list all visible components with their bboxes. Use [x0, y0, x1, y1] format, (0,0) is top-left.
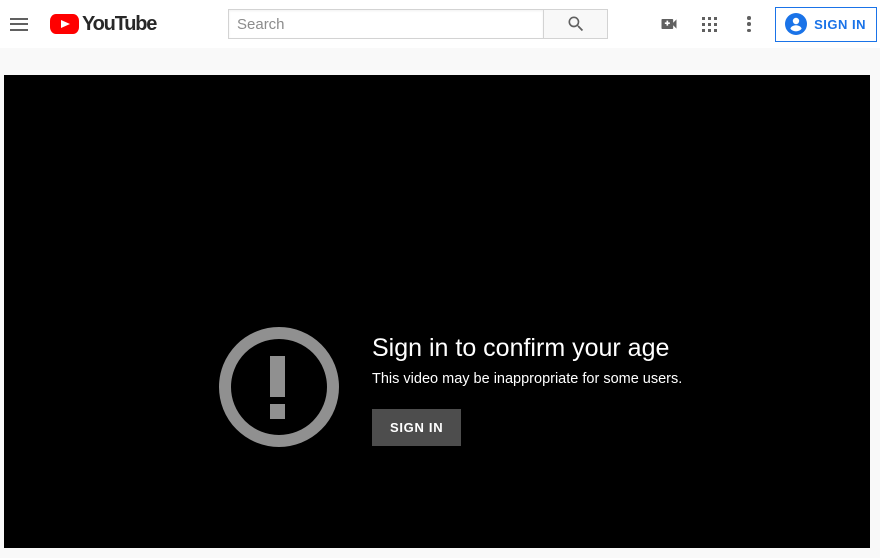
alert-circle-icon — [219, 327, 339, 447]
error-title: Sign in to confirm your age — [372, 334, 670, 362]
video-camera-plus-icon — [661, 19, 677, 29]
age-restriction-overlay: Sign in to confirm your age This video m… — [4, 75, 870, 548]
apps-button[interactable] — [689, 4, 729, 44]
error-text-block: Sign in to confirm your age This video m… — [372, 333, 812, 446]
alert-exclamation-bar — [270, 356, 285, 397]
header-sign-in-button[interactable]: SIGN IN — [775, 6, 877, 42]
video-player[interactable]: Sign in to confirm your age This video m… — [4, 75, 870, 548]
account-circle-icon — [785, 13, 808, 35]
play-triangle-icon — [50, 14, 79, 34]
player-sign-in-button[interactable]: SIGN IN — [372, 409, 462, 446]
masthead: YouTube Search SIGN IN — [0, 0, 880, 48]
youtube-logo-text: YouTube — [82, 13, 157, 35]
search-input[interactable] — [228, 9, 543, 39]
header-sign-in-label: SIGN IN — [814, 16, 866, 32]
search-icon — [568, 16, 583, 32]
guide-menu-button[interactable] — [2, 7, 36, 41]
alert-exclamation-dot — [270, 404, 285, 419]
search-button[interactable] — [543, 9, 608, 39]
more-options-button[interactable] — [729, 4, 769, 44]
more-vertical-icon — [747, 16, 751, 32]
error-subtitle: This video may be inappropriate for some… — [372, 371, 683, 387]
search-area — [228, 9, 608, 39]
create-video-button[interactable] — [649, 4, 689, 44]
hamburger-icon — [10, 17, 28, 31]
apps-grid-icon — [701, 16, 717, 32]
youtube-logo[interactable]: YouTube — [50, 13, 157, 35]
header-right-icons: SIGN IN — [649, 0, 880, 48]
